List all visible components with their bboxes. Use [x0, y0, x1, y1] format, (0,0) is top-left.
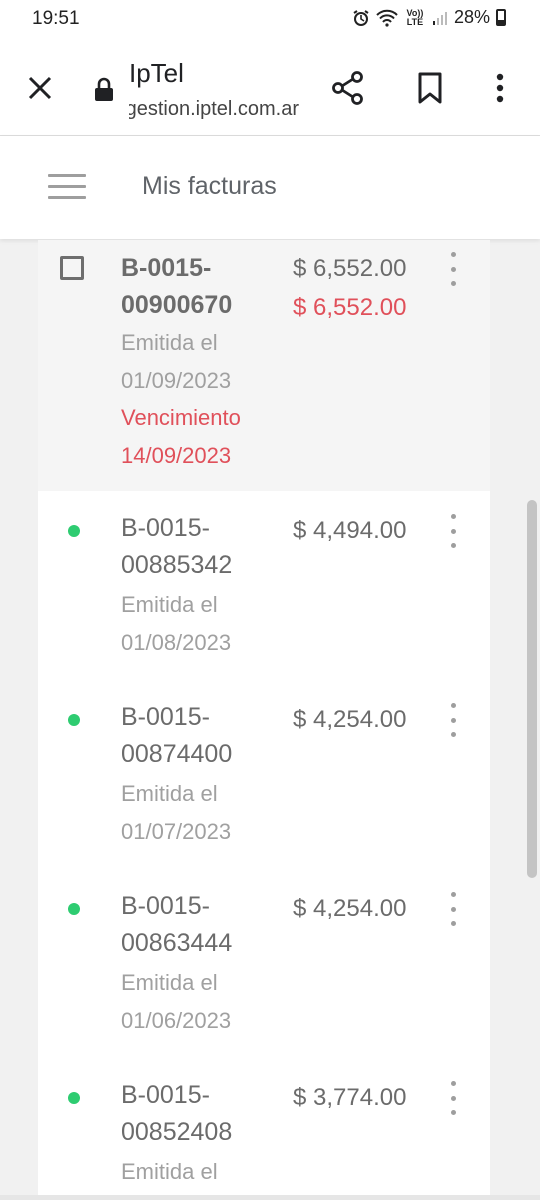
invoice-row[interactable]: B-0015- 00874400 Emitida el 01/07/2023 $ 4… [38, 680, 490, 869]
invoice-issued: Emitida el 01/06/2023 [121, 970, 232, 1033]
invoice-menu-button[interactable] [446, 514, 460, 548]
close-icon [28, 76, 52, 100]
page-title: Mis facturas [142, 172, 277, 200]
invoice-list: B-0015- 00900670 Emitida el 01/09/2023 Ven… [38, 240, 490, 1195]
scrollbar[interactable] [527, 500, 537, 878]
invoice-amount-due: $ 6,552.00 [293, 294, 407, 321]
signal-icon [432, 11, 447, 25]
invoice-issued: Emitida el [121, 1159, 218, 1184]
menu-icon[interactable] [48, 174, 86, 202]
more-vertical-icon [496, 73, 504, 103]
site-title: IpTel [129, 58, 184, 88]
invoice-amount: $ 3,774.00 [293, 1084, 407, 1111]
bookmark-icon [418, 72, 442, 104]
close-button[interactable] [20, 68, 60, 108]
paid-status-dot [68, 1092, 80, 1104]
status-bar: 19:51 Vo)) LTE 28% [0, 0, 540, 40]
browser-toolbar: IpTel gestion.iptel.com.ar [0, 40, 540, 136]
invoice-row[interactable]: B-0015- 00885342 Emitida el 01/08/2023 $ 4… [38, 491, 490, 680]
invoice-row[interactable]: B-0015- 00852408 Emitida el $ 3,774.00 [38, 1058, 490, 1195]
invoice-number: B-0015- 00852408 [121, 1081, 233, 1146]
invoice-number: B-0015- 00863444 [121, 892, 233, 957]
alarm-icon [353, 9, 369, 26]
share-icon [332, 71, 363, 105]
invoice-number: B-0015- 00874400 [121, 703, 233, 768]
status-time: 19:51 [32, 8, 80, 29]
invoice-issued: Emitida el 01/07/2023 [121, 781, 232, 844]
app-header: Mis facturas [0, 136, 540, 239]
invoice-issued: Emitida el 01/09/2023 [121, 330, 232, 393]
battery-icon [496, 9, 506, 26]
invoice-menu-button[interactable] [446, 703, 460, 737]
invoice-amount: $ 4,254.00 [293, 706, 407, 733]
paid-status-dot [68, 525, 80, 537]
invoice-menu-button[interactable] [446, 1081, 460, 1115]
invoice-amount: $ 4,254.00 [293, 895, 407, 922]
paid-status-dot [68, 714, 80, 726]
lock-icon [95, 77, 113, 101]
battery-level: 28% [453, 7, 490, 27]
site-url[interactable]: gestion.iptel.com.ar [129, 98, 299, 121]
status-icons: Vo)) LTE 28% [352, 7, 506, 28]
bottom-edge [0, 1195, 540, 1200]
more-options-button[interactable] [482, 66, 518, 110]
invoice-checkbox[interactable] [60, 256, 84, 280]
invoice-number: B-0015- 00885342 [121, 514, 233, 579]
invoice-menu-button[interactable] [446, 892, 460, 926]
wifi-icon [376, 9, 398, 27]
bookmark-button[interactable] [408, 66, 452, 110]
invoice-issued: Emitida el 01/08/2023 [121, 592, 232, 655]
invoice-row[interactable]: B-0015- 00863444 Emitida el 01/06/2023 $ 4… [38, 869, 490, 1058]
network-type: Vo)) LTE [406, 7, 424, 27]
invoice-due: Vencimiento 14/09/2023 [121, 405, 241, 468]
invoice-row[interactable]: B-0015- 00900670 Emitida el 01/09/2023 Ven… [38, 240, 490, 491]
share-button[interactable] [326, 66, 370, 110]
invoice-menu-button[interactable] [446, 252, 460, 286]
paid-status-dot [68, 903, 80, 915]
invoice-amount: $ 4,494.00 [293, 517, 407, 544]
invoice-number: B-0015- 00900670 [121, 254, 233, 319]
invoice-amount: $ 6,552.00 [293, 255, 407, 282]
